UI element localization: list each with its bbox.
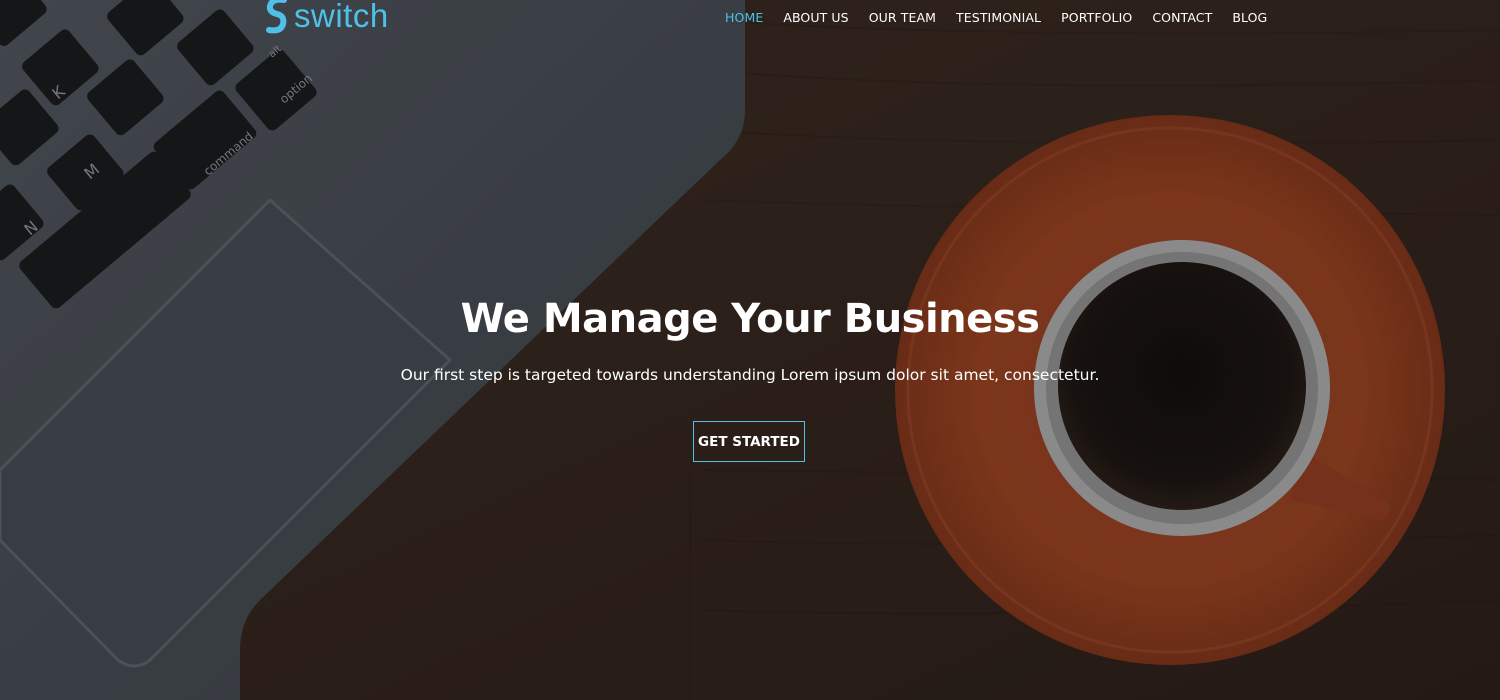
nav-item-blog[interactable]: BLOG [1232,10,1267,25]
nav-item-about-us[interactable]: ABOUT US [783,10,848,25]
switch-logo-icon [266,0,287,34]
hero-subtitle: Our first step is targeted towards under… [400,366,1100,384]
brand-logo[interactable]: switch [264,0,389,38]
top-navbar: switch HOME ABOUT US OUR TEAM TESTIMONIA… [0,0,1500,36]
nav-item-testimonial[interactable]: TESTIMONIAL [956,10,1041,25]
nav-item-contact[interactable]: CONTACT [1152,10,1212,25]
hero-section: K M N option command alt switch HOME ABO… [0,0,1500,700]
hero-dark-overlay [0,0,1500,700]
nav-item-our-team[interactable]: OUR TEAM [869,10,936,25]
nav-item-home[interactable]: HOME [725,10,763,25]
main-nav: HOME ABOUT US OUR TEAM TESTIMONIAL PORTF… [725,10,1287,25]
hero-headline: We Manage Your Business [460,296,1040,342]
nav-item-portfolio[interactable]: PORTFOLIO [1061,10,1132,25]
get-started-button[interactable]: GET STARTED [693,421,805,462]
brand-name: switch [294,0,389,34]
